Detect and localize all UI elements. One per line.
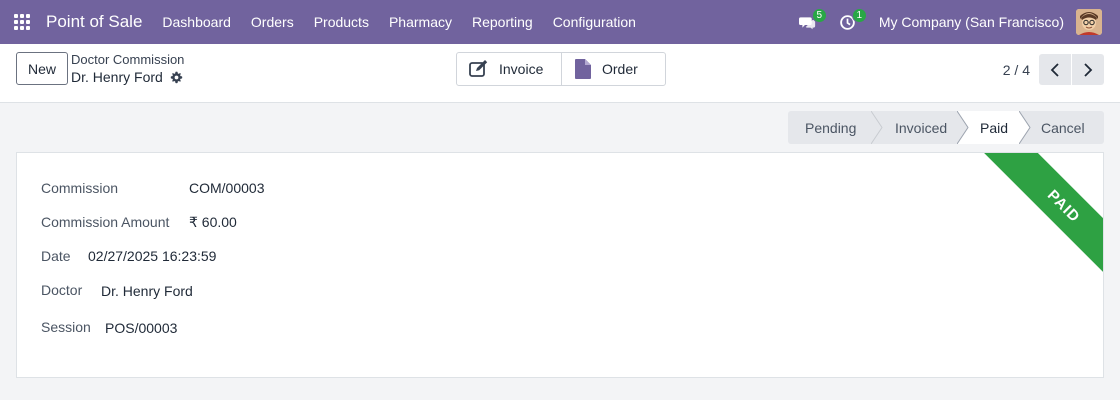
chevron-left-icon <box>1050 62 1059 77</box>
file-icon <box>574 58 592 80</box>
invoice-button-label: Invoice <box>499 61 544 77</box>
app-brand[interactable]: Point of Sale <box>46 12 142 32</box>
order-smart-button[interactable]: Order <box>561 53 665 85</box>
paid-ribbon: PAID <box>969 153 1103 301</box>
gear-icon[interactable] <box>170 71 183 84</box>
menu-configuration[interactable]: Configuration <box>543 0 646 44</box>
stage-cancel-label: Cancel <box>1041 119 1085 136</box>
breadcrumb-parent[interactable]: Doctor Commission <box>71 52 184 68</box>
form-sheet: Commission COM/00003 Commission Amount ₹… <box>16 152 1104 378</box>
company-switcher[interactable]: My Company (San Francisco) <box>879 14 1064 30</box>
stage-arrow <box>871 111 883 144</box>
status-ribbon: PAID <box>955 153 1103 301</box>
date-label: Date <box>41 248 71 264</box>
stage-pending-label: Pending <box>805 119 857 136</box>
stage-arrow <box>957 111 969 144</box>
avatar[interactable] <box>1076 9 1102 35</box>
menu-orders[interactable]: Orders <box>241 0 304 44</box>
control-panel: New Doctor Commission Dr. Henry Ford Inv… <box>0 44 1120 103</box>
doctor-value[interactable]: Dr. Henry Ford <box>101 283 193 299</box>
main-menu: Dashboard Orders Products Pharmacy Repor… <box>152 0 646 44</box>
stage-cancel[interactable]: Cancel <box>1020 111 1104 144</box>
pager: 2 / 4 <box>1003 54 1104 85</box>
edit-icon <box>469 60 489 78</box>
new-button[interactable]: New <box>16 52 68 85</box>
commission-label: Commission <box>41 180 119 196</box>
session-label: Session <box>41 319 91 335</box>
pager-previous-button[interactable] <box>1039 54 1071 85</box>
apps-menu-icon[interactable] <box>0 0 44 44</box>
breadcrumb-current-wrap: Dr. Henry Ford <box>71 68 184 86</box>
activities-button[interactable]: 1 <box>835 0 867 44</box>
breadcrumb: Doctor Commission Dr. Henry Ford <box>71 52 184 86</box>
pager-next-button[interactable] <box>1072 54 1104 85</box>
invoice-smart-button[interactable]: Invoice <box>457 53 561 85</box>
pager-value[interactable]: 2 / 4 <box>1003 62 1030 78</box>
menu-products[interactable]: Products <box>304 0 379 44</box>
date-value: 02/27/2025 16:23:59 <box>88 248 217 264</box>
menu-pharmacy[interactable]: Pharmacy <box>379 0 462 44</box>
messages-count-badge: 5 <box>811 8 827 23</box>
messages-button[interactable]: 5 <box>795 0 827 44</box>
top-navbar: Point of Sale Dashboard Orders Products … <box>0 0 1120 44</box>
stage-pending[interactable]: Pending <box>788 111 883 144</box>
smart-buttons: Invoice Order <box>456 52 666 86</box>
menu-reporting[interactable]: Reporting <box>462 0 543 44</box>
order-button-label: Order <box>602 61 638 77</box>
stage-invoiced[interactable]: Invoiced <box>872 111 969 144</box>
commission-amount-label: Commission Amount <box>41 214 170 230</box>
user-avatar-icon <box>1076 9 1102 35</box>
stage-invoiced-label: Invoiced <box>895 119 948 136</box>
commission-amount-value: ₹ 60.00 <box>189 214 237 230</box>
session-value[interactable]: POS/00003 <box>105 320 177 336</box>
chevron-right-icon <box>1084 62 1093 77</box>
status-bar: Pending Invoiced Paid Cancel <box>788 111 1104 144</box>
commission-value: COM/00003 <box>189 180 265 196</box>
stage-arrow <box>1019 111 1031 144</box>
menu-dashboard[interactable]: Dashboard <box>152 0 241 44</box>
doctor-label: Doctor <box>41 282 83 298</box>
stage-paid-label: Paid <box>980 119 1009 136</box>
breadcrumb-current: Dr. Henry Ford <box>71 69 163 85</box>
activities-count-badge: 1 <box>851 8 867 23</box>
